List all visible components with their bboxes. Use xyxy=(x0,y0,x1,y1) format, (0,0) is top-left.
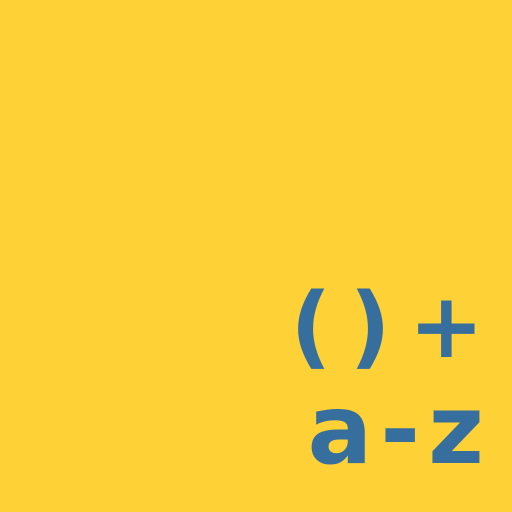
app-icon-tile: ()+ a-z xyxy=(0,0,512,512)
parentheses-plus-glyph: ()+ xyxy=(290,274,502,379)
icon-glyph-group: ()+ a-z xyxy=(290,282,484,479)
a-to-z-glyph: a-z xyxy=(307,374,492,486)
